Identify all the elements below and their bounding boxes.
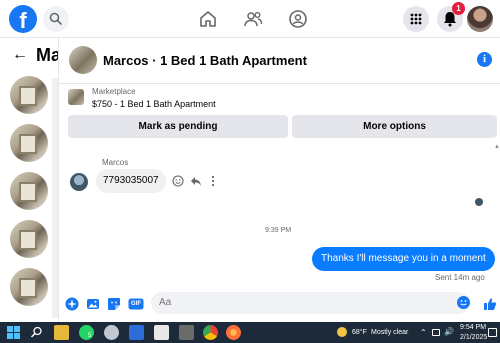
more-options-button[interactable]: More options [292,115,497,138]
emoji-smiley-icon [460,300,467,306]
marketplace-label: Marketplace [92,87,136,96]
sent-status: Sent 14m ago [435,273,485,282]
outgoing-message-bubble[interactable]: Thanks I'll message you in a moment [312,247,495,271]
emoji-button[interactable] [457,296,470,309]
conversation-thumbnail[interactable] [10,124,48,162]
home-icon [200,11,216,27]
plus-circle-icon [65,297,79,311]
app-icon[interactable] [129,325,144,340]
chat-panel: Marcos · 1 Bed 1 Bath Apartment i Market… [58,38,500,322]
vertical-dots-icon [211,175,215,187]
windows-taskbar: 5 68°F Mostly clear ⌃ 🔊 9:54 PM 2/1/2025 [0,322,500,343]
groups-icon [289,10,307,28]
conversation-thumbnail[interactable] [10,76,48,114]
listing-thumbnail[interactable] [68,89,84,105]
conversation-list-panel: ← Ma [0,38,61,322]
message-timestamp: 9:39 PM [265,227,292,234]
firefox-icon[interactable] [226,325,241,340]
react-button[interactable] [172,175,184,190]
network-icon[interactable] [432,329,440,336]
gif-button[interactable]: GIF [128,297,144,311]
sticker-icon [108,298,120,310]
app-icon[interactable] [179,325,194,340]
tray-chevron-icon[interactable]: ⌃ [420,328,427,337]
info-icon[interactable]: i [477,52,492,67]
taskbar-search-button[interactable] [29,325,44,340]
back-arrow-icon[interactable]: ← [12,46,28,64]
windows-start-button[interactable] [6,325,21,340]
taskbar-notification-count: 5 [88,333,92,339]
windows-logo-icon [7,326,20,339]
seen-indicator-avatar [475,198,483,206]
whatsapp-icon[interactable] [79,325,94,340]
conversation-thumbnail[interactable] [10,172,48,210]
top-navigation-bar: f 1 [0,0,500,38]
smiley-icon [172,175,184,187]
weather-icon[interactable] [337,327,347,337]
menu-button[interactable] [403,6,429,32]
like-button[interactable] [483,297,497,311]
notification-badge: 1 [452,2,465,15]
photo-icon [87,299,99,309]
add-button[interactable] [65,297,79,311]
grid-menu-icon [410,13,422,25]
home-nav-button[interactable] [197,8,219,30]
app-icon[interactable] [104,325,119,340]
clock-time[interactable]: 9:54 PM [460,324,486,331]
conversation-thumbnail[interactable] [10,220,48,258]
file-explorer-icon[interactable] [54,325,69,340]
message-composer: GIF [59,288,500,322]
sticker-button[interactable] [107,297,121,311]
thumbs-up-icon [484,298,497,310]
magnifier-icon [30,326,42,338]
weather-description[interactable]: Mostly clear [371,329,408,336]
friends-nav-button[interactable] [242,8,264,30]
notification-center-icon[interactable] [488,328,497,337]
reply-button[interactable] [190,175,202,190]
incoming-message-bubble[interactable]: 7793035007 [96,169,166,193]
scroll-up-icon[interactable]: ▲ [494,144,500,150]
marketplace-listing-card: Marketplace $750 - 1 Bed 1 Bath Apartmen… [59,84,500,144]
mark-as-pending-button[interactable]: Mark as pending [68,115,288,138]
friends-icon [244,11,263,27]
more-actions-button[interactable] [210,175,216,190]
sender-name: Marcos [102,158,129,167]
weather-temperature[interactable]: 68°F [352,329,367,336]
chat-title[interactable]: Marcos · 1 Bed 1 Bath Apartment [103,53,307,68]
clock-date[interactable]: 2/1/2025 [460,334,487,341]
search-button[interactable] [43,6,69,32]
photo-button[interactable] [86,297,100,311]
listing-price-title[interactable]: $750 - 1 Bed 1 Bath Apartment [92,99,216,109]
facebook-logo[interactable]: f [9,5,37,33]
listing-photo[interactable] [69,46,97,74]
chat-scrollbar[interactable]: ▲ [493,144,500,288]
conversation-thumbnail[interactable] [10,268,48,306]
chrome-icon[interactable] [203,325,218,340]
profile-avatar[interactable] [467,6,493,32]
groups-nav-button[interactable] [287,8,309,30]
sender-avatar[interactable] [70,173,88,191]
message-input[interactable] [151,292,469,314]
volume-icon[interactable]: 🔊 [444,327,454,336]
search-icon [49,12,62,25]
reply-arrow-icon [191,177,201,186]
chat-header: Marcos · 1 Bed 1 Bath Apartment i [59,38,500,84]
gif-label: GIF [131,301,141,307]
app-icon[interactable] [154,325,169,340]
